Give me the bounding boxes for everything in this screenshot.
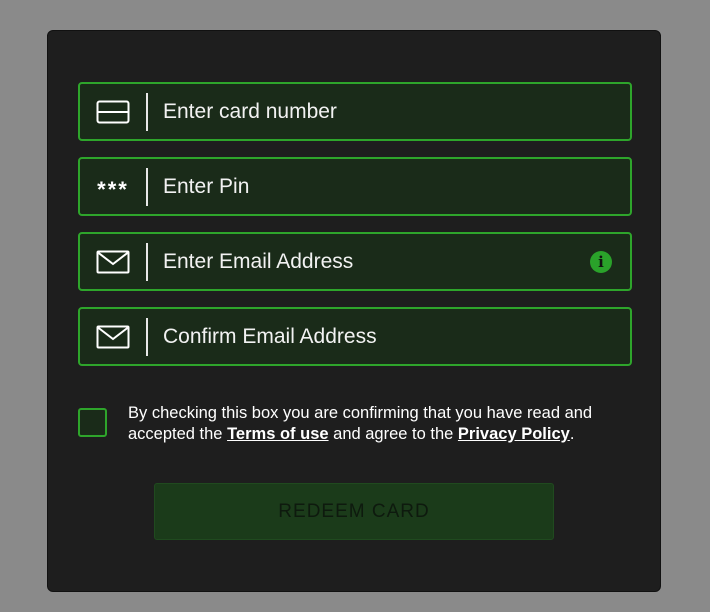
pin-asterisks-text: *** (97, 176, 129, 202)
email-field[interactable]: i (78, 232, 632, 291)
envelope-icon (80, 234, 146, 289)
credit-card-icon (80, 84, 146, 139)
consent-text: By checking this box you are confirming … (128, 403, 628, 445)
pin-field[interactable]: *** (78, 157, 632, 216)
pin-input[interactable] (148, 159, 630, 214)
consent-checkbox[interactable] (78, 408, 107, 437)
card-number-input[interactable] (148, 84, 630, 139)
envelope-icon (80, 309, 146, 364)
confirm-email-input[interactable] (148, 309, 630, 364)
email-input[interactable] (148, 234, 590, 289)
consent-text-middle: and agree to the (328, 425, 458, 443)
card-number-field[interactable] (78, 82, 632, 141)
pin-asterisks-icon: *** (80, 159, 146, 214)
consent-text-after: . (569, 425, 575, 443)
redeem-card-button[interactable]: REDEEM CARD (154, 483, 554, 540)
privacy-policy-link[interactable]: Privacy Policy (458, 425, 570, 443)
redeem-card-panel: *** i By checking this box you are confi… (47, 30, 661, 592)
terms-of-use-link[interactable]: Terms of use (227, 425, 328, 443)
confirm-email-field[interactable] (78, 307, 632, 366)
info-icon[interactable]: i (590, 250, 612, 273)
